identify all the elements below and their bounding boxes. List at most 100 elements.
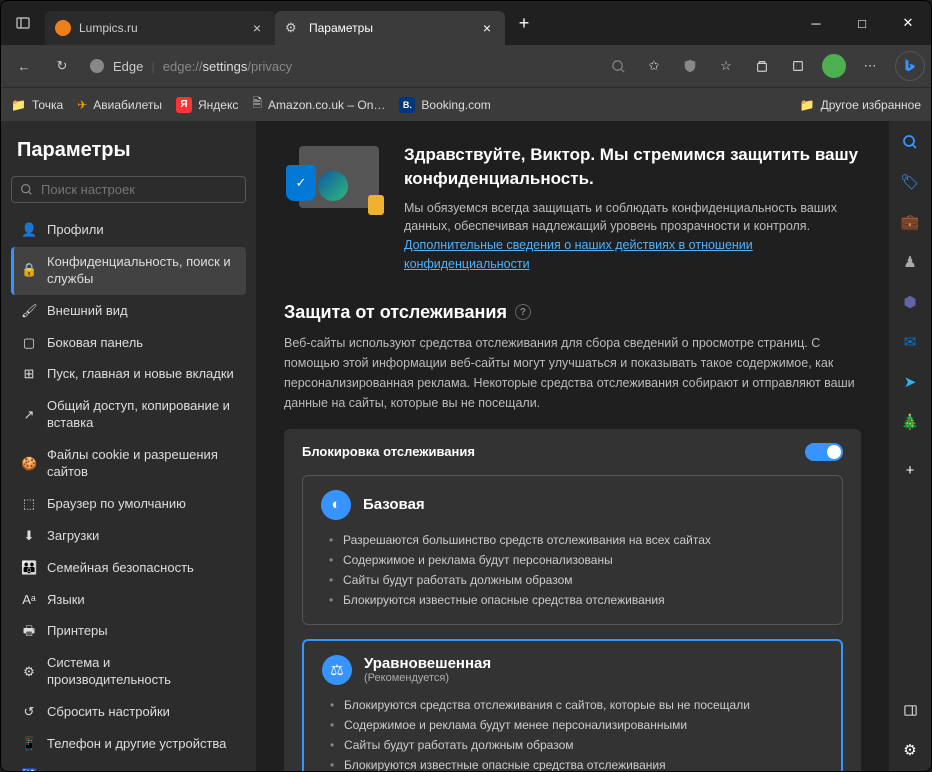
search-icon <box>20 183 33 196</box>
zoom-icon[interactable] <box>601 49 635 83</box>
help-icon[interactable]: ? <box>515 304 531 320</box>
tab-actions-menu[interactable] <box>1 1 45 45</box>
outlook-icon[interactable]: ✉ <box>899 331 921 353</box>
nav-icon: 👤 <box>21 222 37 239</box>
collections-icon[interactable] <box>745 49 779 83</box>
panel-icon[interactable] <box>899 699 921 721</box>
nav-label: Телефон и другие устройства <box>47 736 226 753</box>
nav-item[interactable]: ↗Общий доступ, копирование и вставка <box>11 391 246 439</box>
nav-item[interactable]: ▢Боковая панель <box>11 328 246 359</box>
bookmarks-bar: 📁Точка ✈Авиабилеты ЯЯндекс 🗎Amazon.co.uk… <box>1 87 931 121</box>
nav-item[interactable]: 🖌Внешний вид <box>11 296 246 327</box>
nav-item[interactable]: AᵃЯзыки <box>11 585 246 616</box>
gear-icon: ⚙ <box>285 20 301 36</box>
tab-title: Параметры <box>309 21 471 35</box>
option-basic[interactable]: ◐ Базовая Разрешаются большинство средст… <box>302 475 843 625</box>
titlebar: Lumpics.ru × ⚙ Параметры × + ─ □ ✕ <box>1 1 931 45</box>
telegram-icon[interactable]: ➤ <box>899 371 921 393</box>
back-button[interactable]: ← <box>7 49 41 83</box>
option-balanced[interactable]: ⚖ Уравновешенная (Рекомендуется) Блокиру… <box>302 639 843 771</box>
nav-icon: 👪 <box>21 560 37 577</box>
nav-label: Внешний вид <box>47 303 128 320</box>
basic-icon: ◐ <box>321 490 351 520</box>
favorites-icon[interactable]: ✩ <box>637 49 671 83</box>
tab-title: Lumpics.ru <box>79 21 241 35</box>
tracking-toggle-row: Блокировка отслеживания <box>302 443 843 461</box>
list-item: Сайты будут работать должным образом <box>330 735 823 755</box>
nav-item[interactable]: ⊞Пуск, главная и новые вкладки <box>11 359 246 390</box>
profile-avatar[interactable] <box>817 49 851 83</box>
tab-settings[interactable]: ⚙ Параметры × <box>275 11 505 45</box>
nav-item[interactable]: 📱Телефон и другие устройства <box>11 729 246 760</box>
nav-label: Сбросить настройки <box>47 704 170 721</box>
nav-item[interactable]: 👪Семейная безопасность <box>11 553 246 584</box>
greeting-body: Мы обязуемся всегда защищать и соблюдать… <box>404 199 861 274</box>
tracking-toggle[interactable] <box>805 443 843 461</box>
list-item: Сайты будут работать должным образом <box>329 570 824 590</box>
nav-item[interactable]: 👤Профили <box>11 215 246 246</box>
bookmark-item[interactable]: ✈Авиабилеты <box>77 98 162 112</box>
tracking-card: Блокировка отслеживания ◐ Базовая Разреш… <box>284 429 861 771</box>
nav-icon: 🍪 <box>21 456 37 473</box>
nav-label: Специальные возможности <box>47 768 213 771</box>
games-icon[interactable]: ♟ <box>899 251 921 273</box>
toolbar: ← ↻ Edge | edge://settings/privacy ✩ ☆ ⋯ <box>1 45 931 87</box>
close-button[interactable]: ✕ <box>885 1 931 45</box>
bing-icon[interactable] <box>895 51 925 81</box>
nav-label: Языки <box>47 592 85 609</box>
favorites-bar-icon[interactable]: ☆ <box>709 49 743 83</box>
shield-icon[interactable] <box>673 49 707 83</box>
nav-label: Загрузки <box>47 528 99 545</box>
search-box[interactable] <box>11 176 246 203</box>
maximize-button[interactable]: □ <box>839 1 885 45</box>
nav-icon: 🔒 <box>21 262 37 279</box>
add-icon[interactable]: + <box>899 459 921 481</box>
option-title: Базовая <box>363 496 425 513</box>
greeting-title: Здравствуйте, Виктор. Мы стремимся защит… <box>404 143 861 191</box>
office-icon[interactable]: ⬢ <box>899 291 921 313</box>
search-icon[interactable] <box>899 131 921 153</box>
bookmark-item[interactable]: 📁Точка <box>11 98 63 112</box>
bookmark-item[interactable]: B.Booking.com <box>399 97 490 113</box>
other-bookmarks[interactable]: 📁Другое избранное <box>800 98 921 112</box>
nav-item[interactable]: ↺Сбросить настройки <box>11 697 246 728</box>
nav-icon: ⬇ <box>21 528 37 545</box>
site-icon: 🗎 <box>252 94 262 115</box>
nav-item[interactable]: 🔒Конфиденциальность, поиск и службы <box>11 247 246 295</box>
site-favicon <box>55 20 71 36</box>
search-input[interactable] <box>41 182 237 197</box>
bookmark-item[interactable]: ЯЯндекс <box>176 97 238 113</box>
greeting-box: ✓ Здравствуйте, Виктор. Мы стремимся защ… <box>284 143 861 274</box>
minimize-button[interactable]: ─ <box>793 1 839 45</box>
list-item: Разрешаются большинство средств отслежив… <box>329 530 824 550</box>
toggle-label: Блокировка отслеживания <box>302 444 475 459</box>
browser-window: Lumpics.ru × ⚙ Параметры × + ─ □ ✕ ← ↻ E… <box>0 0 932 772</box>
drop-icon[interactable]: 🎄 <box>899 411 921 433</box>
nav-item[interactable]: ⚙Система и производительность <box>11 648 246 696</box>
nav-label: Пуск, главная и новые вкладки <box>47 366 234 383</box>
privacy-link[interactable]: Дополнительные сведения о наших действия… <box>404 238 753 271</box>
extensions-icon[interactable] <box>781 49 815 83</box>
nav-item[interactable]: ⬚Браузер по умолчанию <box>11 489 246 520</box>
more-icon[interactable]: ⋯ <box>853 49 887 83</box>
bookmark-item[interactable]: 🗎Amazon.co.uk – On… <box>252 94 385 115</box>
refresh-button[interactable]: ↻ <box>45 49 79 83</box>
nav-item[interactable]: ⬇ Загрузки <box>11 521 246 552</box>
tab-lumpics[interactable]: Lumpics.ru × <box>45 11 275 45</box>
option-list: Блокируются средства отслеживания с сайт… <box>322 695 823 771</box>
nav-item[interactable]: ♿Специальные возможности <box>11 761 246 771</box>
folder-icon: 📁 <box>800 98 815 112</box>
new-tab-button[interactable]: + <box>509 13 539 34</box>
option-list: Разрешаются большинство средств отслежив… <box>321 530 824 610</box>
address-bar[interactable]: Edge | edge://settings/privacy <box>89 58 292 74</box>
folder-icon: 📁 <box>11 98 26 112</box>
tools-icon[interactable]: 💼 <box>899 211 921 233</box>
nav-item[interactable]: 🍪Файлы cookie и разрешения сайтов <box>11 440 246 488</box>
settings-icon[interactable]: ⚙ <box>899 739 921 761</box>
close-icon[interactable]: × <box>479 20 495 36</box>
section-tracking-desc: Веб-сайты используют средства отслеживан… <box>284 333 861 413</box>
nav-item[interactable]: 🖶Принтеры <box>11 616 246 647</box>
close-icon[interactable]: × <box>249 20 265 36</box>
site-icon: B. <box>399 97 415 113</box>
shopping-icon[interactable]: 🏷 <box>899 171 921 193</box>
